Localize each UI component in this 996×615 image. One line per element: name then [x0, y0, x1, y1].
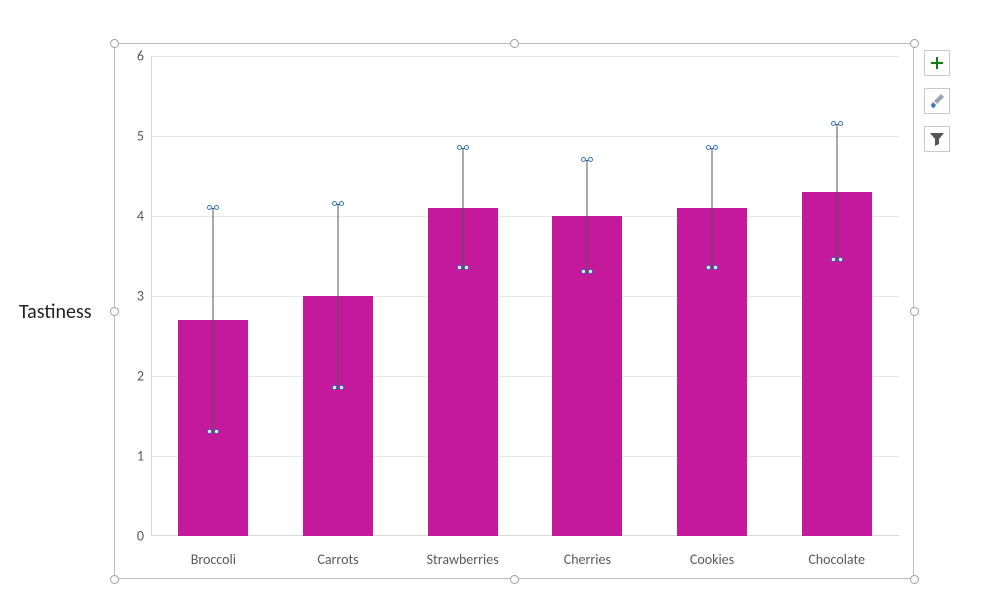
error-bar-cap — [333, 388, 343, 389]
error-bar-cap — [832, 124, 842, 125]
y-tick-label: 6 — [120, 48, 144, 65]
error-bar-cap — [707, 148, 717, 149]
x-tick-label: Strawberries — [427, 551, 499, 568]
x-tick-label: Chocolate — [808, 551, 865, 568]
chart-filters-button[interactable] — [924, 126, 950, 152]
error-bar[interactable] — [213, 208, 214, 432]
x-tick-label: Carrots — [317, 551, 358, 568]
selection-handle[interactable] — [910, 39, 919, 48]
x-tick-label: Broccoli — [191, 551, 236, 568]
error-bar-cap — [208, 208, 218, 209]
error-bar-cap — [333, 204, 343, 205]
error-bar-cap — [458, 268, 468, 269]
y-tick-label: 5 — [120, 128, 144, 145]
chart-styles-button[interactable] — [924, 88, 950, 114]
y-tick-label: 1 — [120, 448, 144, 465]
selection-handle[interactable] — [910, 307, 919, 316]
error-bar[interactable] — [462, 148, 463, 268]
selection-handle[interactable] — [110, 39, 119, 48]
y-tick-label: 3 — [120, 288, 144, 305]
y-tick-label: 2 — [120, 368, 144, 385]
funnel-icon — [929, 131, 945, 147]
selection-handle[interactable] — [510, 39, 519, 48]
y-tick-label: 4 — [120, 208, 144, 225]
x-tick-label: Cherries — [564, 551, 611, 568]
error-bar[interactable] — [712, 148, 713, 268]
error-bar-cap — [582, 272, 592, 273]
selection-handle[interactable] — [110, 307, 119, 316]
x-tick-label: Cookies — [690, 551, 734, 568]
error-bar[interactable] — [587, 160, 588, 272]
gridline — [152, 216, 899, 217]
selection-handle[interactable] — [510, 575, 519, 584]
gridline — [152, 296, 899, 297]
paintbrush-icon — [929, 93, 945, 109]
error-bar-cap — [832, 260, 842, 261]
selection-handle[interactable] — [910, 575, 919, 584]
error-bar-cap — [208, 432, 218, 433]
y-tick-label: 0 — [120, 528, 144, 545]
error-bar-cap — [582, 160, 592, 161]
gridline — [152, 136, 899, 137]
error-bar[interactable] — [338, 204, 339, 388]
error-bar-cap — [458, 148, 468, 149]
gridline — [152, 456, 899, 457]
gridline — [152, 376, 899, 377]
error-bar[interactable] — [836, 124, 837, 260]
axis-title-y[interactable]: Tastiness — [19, 300, 92, 324]
plot-area[interactable] — [151, 56, 899, 536]
error-bar-cap — [707, 268, 717, 269]
chart-elements-button[interactable] — [924, 50, 950, 76]
plus-icon — [929, 55, 945, 71]
selection-handle[interactable] — [110, 575, 119, 584]
gridline — [152, 56, 899, 57]
chart-editor-canvas: { "axis_title_y": "Tastiness", "side_but… — [0, 0, 996, 615]
